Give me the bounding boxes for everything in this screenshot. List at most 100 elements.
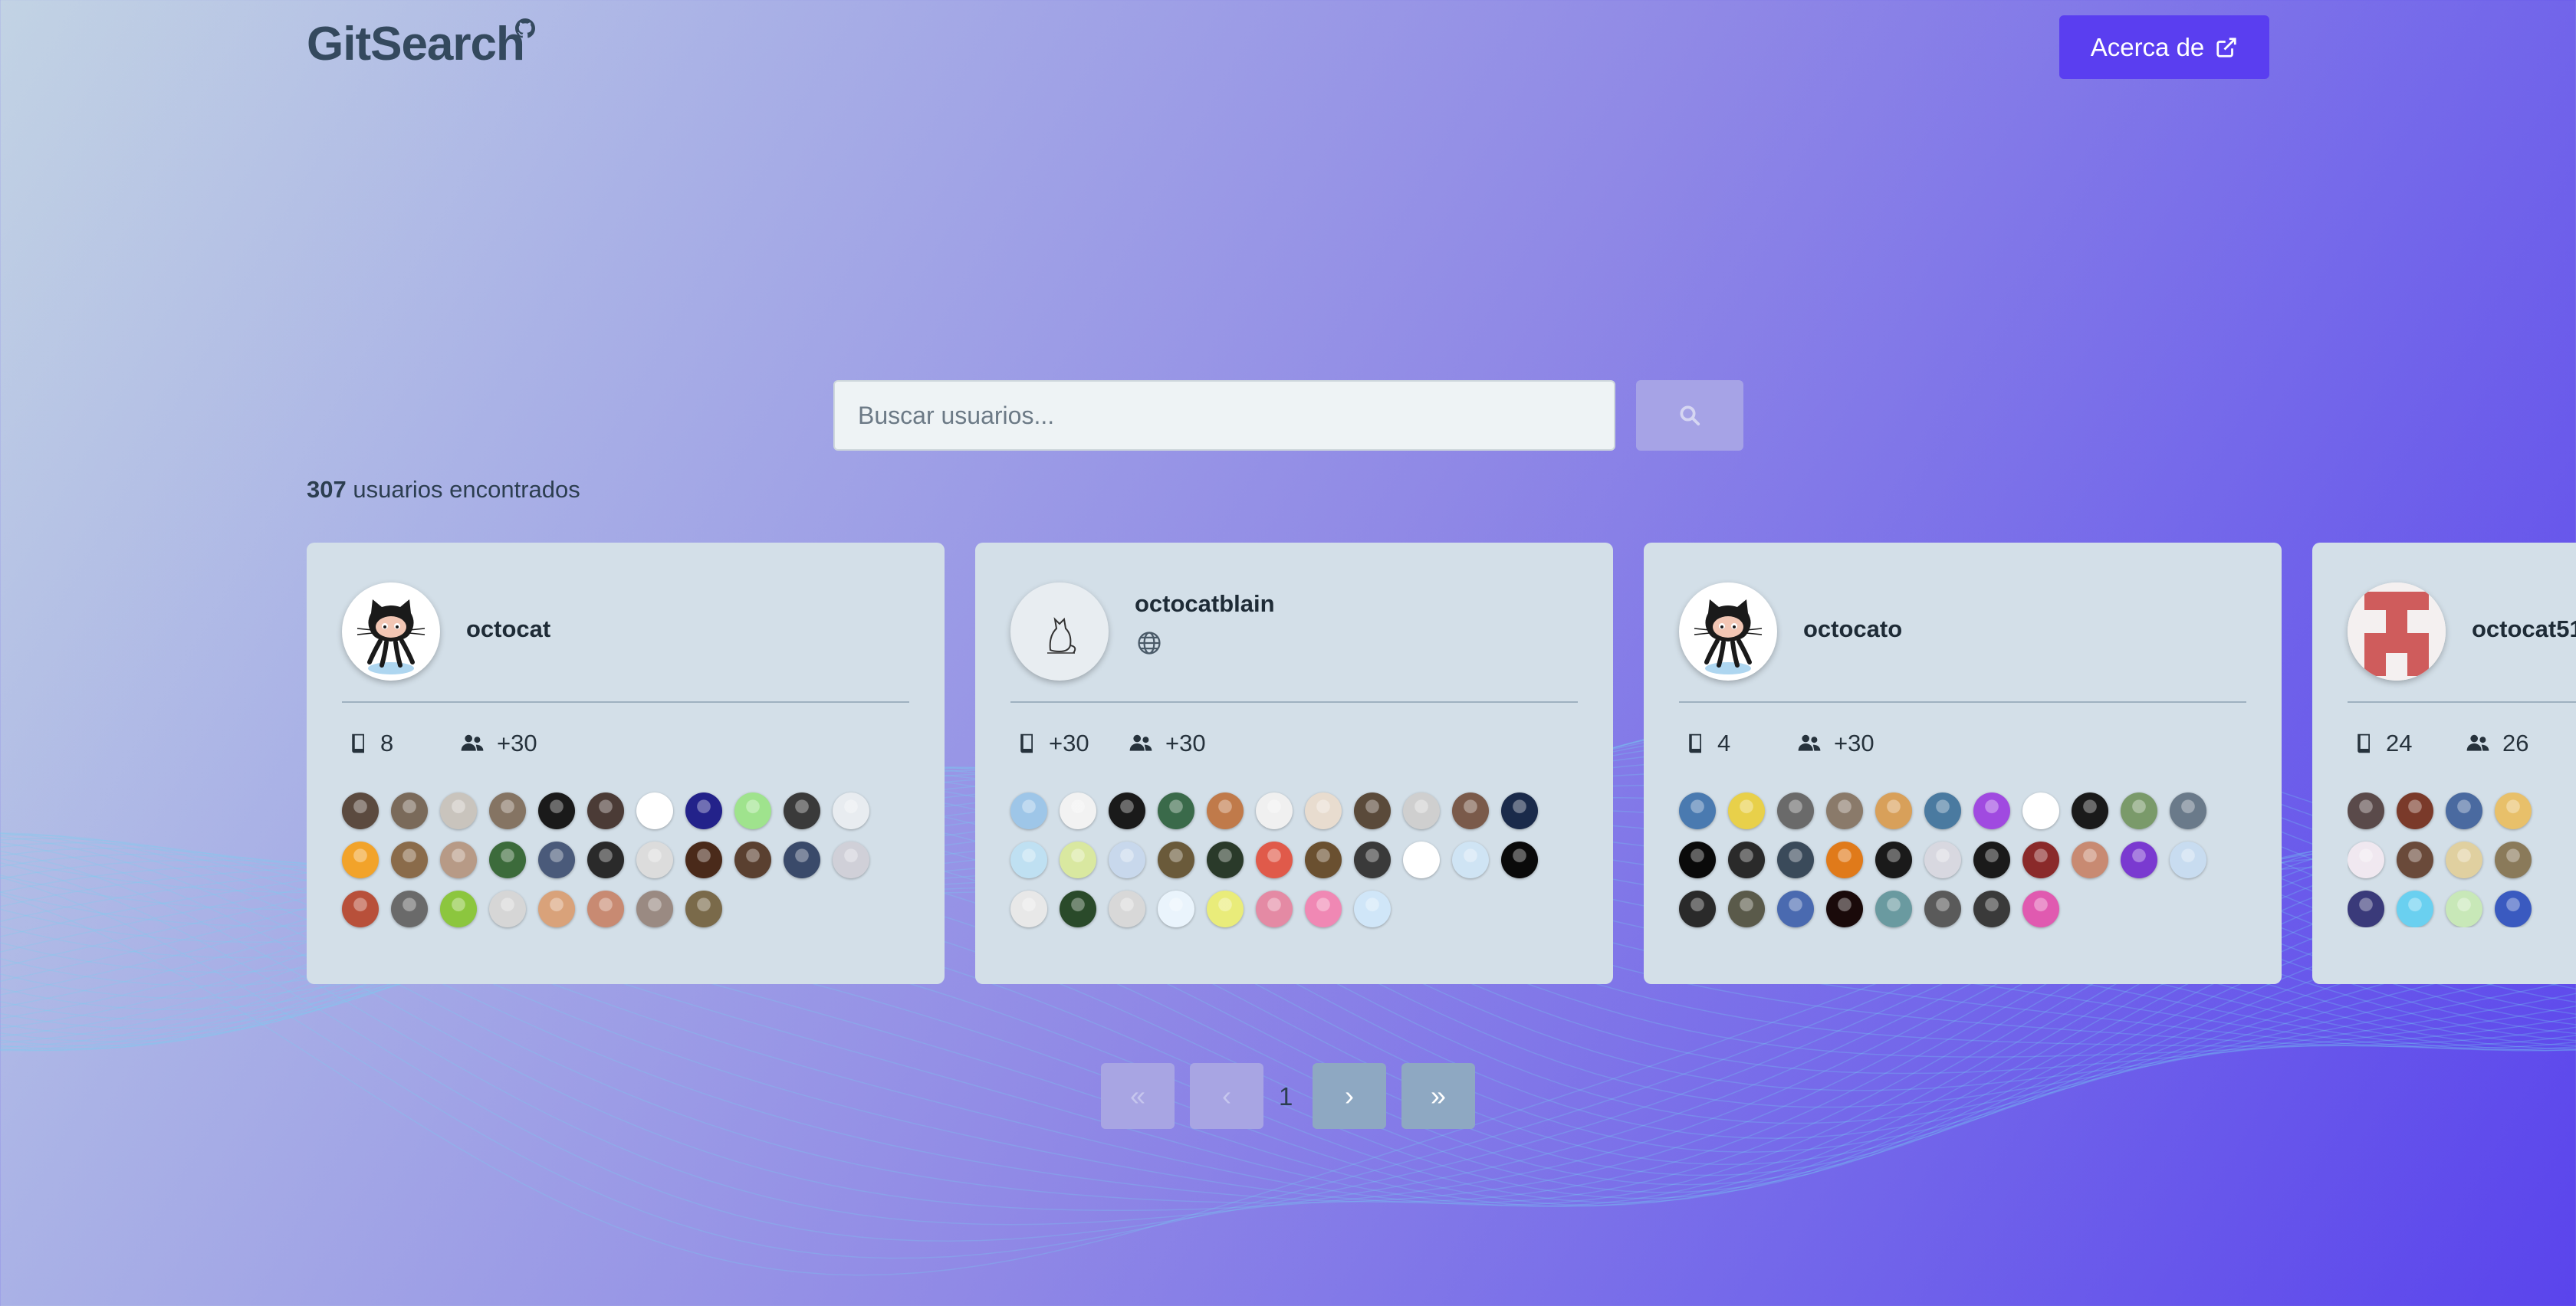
follower-avatar[interactable] [2170,842,2206,878]
follower-avatar[interactable] [1679,891,1716,927]
follower-avatar[interactable] [2348,842,2384,878]
follower-avatar[interactable] [489,842,526,878]
follower-avatar[interactable] [1924,792,1961,829]
follower-avatar[interactable] [734,792,771,829]
follower-avatar[interactable] [1973,891,2010,927]
follower-avatar[interactable] [1973,842,2010,878]
follower-avatar[interactable] [2072,792,2108,829]
follower-avatar[interactable] [1354,891,1391,927]
follower-avatar[interactable] [342,842,379,878]
follower-avatar[interactable] [489,792,526,829]
follower-avatar[interactable] [1010,792,1047,829]
follower-avatar[interactable] [1109,842,1145,878]
follower-avatar[interactable] [2397,891,2433,927]
follower-avatar[interactable] [1679,842,1716,878]
follower-avatar[interactable] [2446,891,2482,927]
follower-avatar[interactable] [440,842,477,878]
follower-avatar[interactable] [1452,842,1489,878]
search-button[interactable] [1636,380,1743,451]
follower-avatar[interactable] [391,842,428,878]
globe-icon[interactable] [1136,630,1162,656]
follower-avatar[interactable] [1158,891,1194,927]
follower-avatar[interactable] [1158,792,1194,829]
follower-avatar[interactable] [685,792,722,829]
follower-avatar[interactable] [342,891,379,927]
follower-avatar[interactable] [1924,842,1961,878]
follower-avatar[interactable] [2121,792,2157,829]
follower-avatar[interactable] [1728,792,1765,829]
follower-avatar[interactable] [784,792,820,829]
follower-avatar[interactable] [2022,792,2059,829]
user-card[interactable]: octocat 8 +30 [307,543,945,984]
user-card[interactable]: octocatblain +30 +30 [975,543,1613,984]
follower-avatar[interactable] [2446,792,2482,829]
follower-avatar[interactable] [1207,792,1244,829]
follower-avatar[interactable] [1256,792,1293,829]
follower-avatar[interactable] [1403,792,1440,829]
follower-avatar[interactable] [538,891,575,927]
follower-avatar[interactable] [1109,792,1145,829]
follower-avatar[interactable] [833,842,869,878]
user-avatar[interactable] [1010,582,1109,681]
prev-page-button[interactable]: ‹ [1190,1063,1263,1129]
follower-avatar[interactable] [1010,891,1047,927]
follower-avatar[interactable] [1354,792,1391,829]
user-login[interactable]: octocato [1803,615,1902,643]
follower-avatar[interactable] [587,792,624,829]
follower-avatar[interactable] [1777,792,1814,829]
follower-avatar[interactable] [1728,891,1765,927]
follower-avatar[interactable] [1256,842,1293,878]
follower-avatar[interactable] [2121,842,2157,878]
user-card[interactable]: octocat51 24 26 [2312,543,2576,984]
follower-avatar[interactable] [1060,792,1096,829]
follower-avatar[interactable] [2348,891,2384,927]
follower-avatar[interactable] [1728,842,1765,878]
follower-avatar[interactable] [2495,792,2532,829]
follower-avatar[interactable] [1305,891,1342,927]
first-page-button[interactable]: « [1101,1063,1175,1129]
search-input[interactable] [833,380,1615,451]
follower-avatar[interactable] [1875,792,1912,829]
follower-avatar[interactable] [391,891,428,927]
follower-avatar[interactable] [2397,842,2433,878]
user-login[interactable]: octocatblain [1135,590,1275,618]
follower-avatar[interactable] [2495,891,2532,927]
follower-avatar[interactable] [1109,891,1145,927]
follower-avatar[interactable] [2170,792,2206,829]
follower-avatar[interactable] [1501,842,1538,878]
user-avatar[interactable] [1679,582,1777,681]
follower-avatar[interactable] [1010,842,1047,878]
follower-avatar[interactable] [2022,891,2059,927]
follower-avatar[interactable] [1403,842,1440,878]
follower-avatar[interactable] [1875,891,1912,927]
about-button[interactable]: Acerca de [2059,15,2269,79]
follower-avatar[interactable] [1305,792,1342,829]
follower-avatar[interactable] [636,842,673,878]
follower-avatar[interactable] [342,792,379,829]
follower-avatar[interactable] [2397,792,2433,829]
user-card[interactable]: octocato 4 +30 [1644,543,2282,984]
follower-avatar[interactable] [1973,792,2010,829]
follower-avatar[interactable] [1060,891,1096,927]
follower-avatar[interactable] [538,792,575,829]
user-login[interactable]: octocat [466,615,550,643]
follower-avatar[interactable] [1924,891,1961,927]
follower-avatar[interactable] [489,891,526,927]
follower-avatar[interactable] [1777,891,1814,927]
follower-avatar[interactable] [1207,891,1244,927]
follower-avatar[interactable] [685,842,722,878]
follower-avatar[interactable] [538,842,575,878]
follower-avatar[interactable] [1826,792,1863,829]
follower-avatar[interactable] [734,842,771,878]
follower-avatar[interactable] [636,891,673,927]
follower-avatar[interactable] [2495,842,2532,878]
follower-avatar[interactable] [2072,842,2108,878]
follower-avatar[interactable] [685,891,722,927]
follower-avatar[interactable] [636,792,673,829]
follower-avatar[interactable] [1452,792,1489,829]
follower-avatar[interactable] [1679,792,1716,829]
follower-avatar[interactable] [587,891,624,927]
user-login[interactable]: octocat51 [2472,615,2576,643]
follower-avatar[interactable] [833,792,869,829]
follower-avatar[interactable] [784,842,820,878]
